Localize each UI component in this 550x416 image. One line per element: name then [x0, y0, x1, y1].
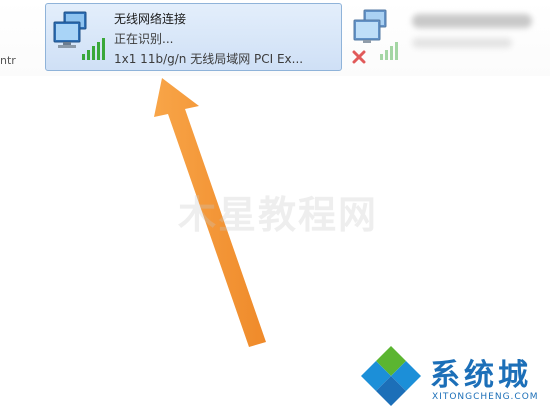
adapter-name: 无线网络连接: [114, 12, 187, 26]
adapter-status-blurred: [412, 38, 512, 48]
disconnected-adapter-icon: [352, 9, 398, 64]
center-watermark: 木星教程网: [178, 193, 379, 237]
adapter-name-blurred: [412, 14, 532, 28]
adapter-status: 正在识别...: [114, 32, 174, 46]
signal-bars-icon: [82, 38, 105, 60]
brand-name-en: XITONGCHENG.COM: [432, 392, 539, 402]
wireless-adapter-icon: [53, 11, 105, 60]
signal-bars-faded-icon: [380, 42, 398, 60]
brand-name-cn: 系统城: [430, 358, 532, 393]
diamond-logo-icon: [361, 346, 421, 406]
xitongcheng-logo: 系统城 XITONGCHENG.COM: [360, 340, 545, 410]
network-connections-strip: ntr 无线网络连接 正在识别... 1x1 11b/g/n 无线局域网 PCI…: [0, 0, 550, 76]
red-x-icon: [352, 50, 366, 64]
adapter-device: 1x1 11b/g/n 无线局域网 PCI Ex...: [114, 52, 304, 66]
wireless-network-connection[interactable]: 无线网络连接 正在识别... 1x1 11b/g/n 无线局域网 PCI Ex.…: [45, 3, 342, 71]
adapter-partial-left[interactable]: ntr: [0, 4, 40, 72]
adapter-disconnected[interactable]: [348, 4, 550, 72]
adapter-partial-label: ntr: [0, 54, 16, 67]
